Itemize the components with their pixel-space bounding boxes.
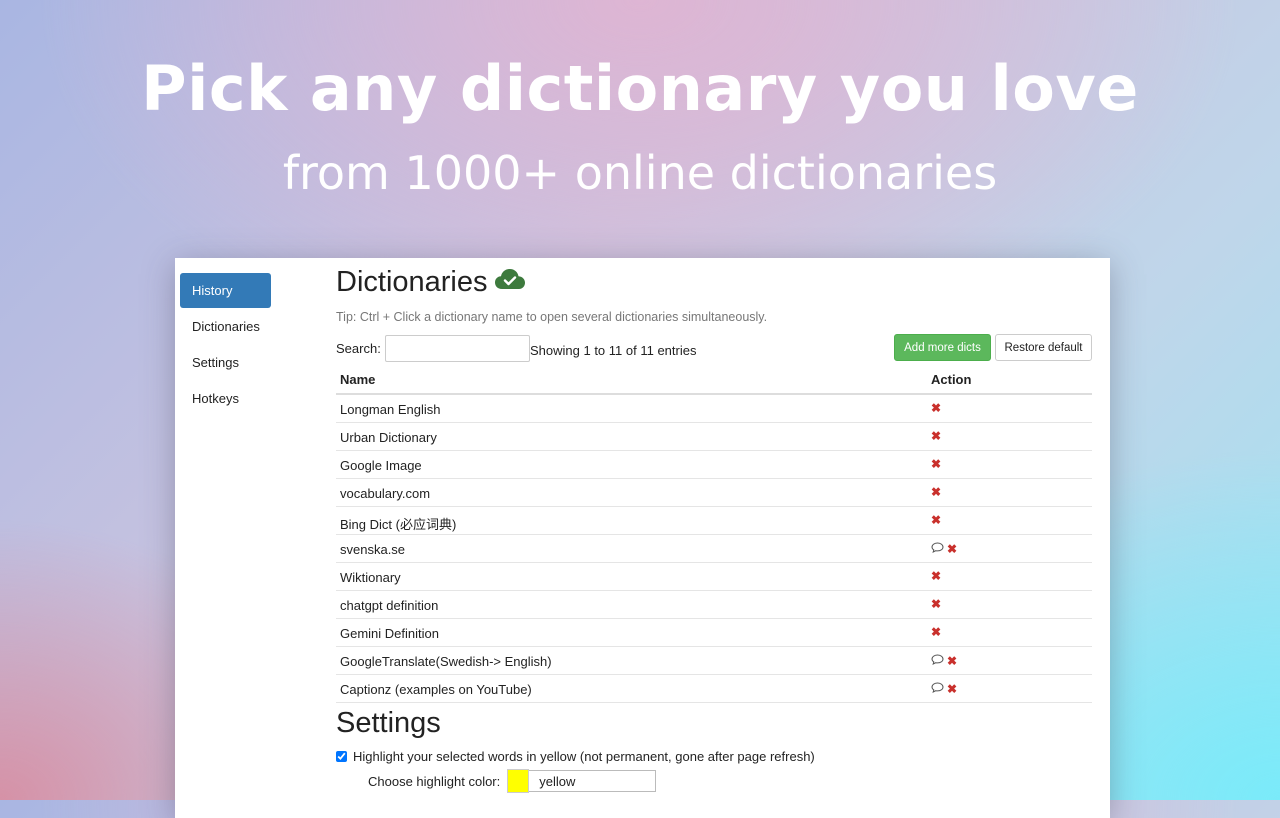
dictionary-name-link[interactable]: chatgpt definition — [340, 598, 438, 613]
cloud-check-icon — [494, 266, 526, 299]
dictionary-name-link[interactable]: Wiktionary — [340, 570, 401, 585]
highlight-label: Highlight your selected words in yellow … — [353, 749, 815, 764]
row-actions: ✖ — [931, 654, 957, 668]
remove-icon[interactable]: ✖ — [947, 543, 957, 555]
table-header: Name Action — [336, 367, 1092, 395]
sidebar-item-settings[interactable]: Settings — [180, 345, 271, 380]
options-window: History Dictionaries Settings Hotkeys Di… — [175, 258, 1110, 818]
table-row: Captionz (examples on YouTube) ✖ — [336, 675, 1092, 703]
table-row: Google Image ✖ — [336, 451, 1092, 479]
highlight-color-row: Choose highlight color: — [368, 769, 657, 793]
tip-text: Tip: Ctrl + Click a dictionary name to o… — [336, 310, 768, 324]
table-row: Wiktionary ✖ — [336, 563, 1092, 591]
settings-heading: Settings — [336, 707, 441, 739]
row-actions: ✖ — [931, 402, 941, 414]
dictionary-name-link[interactable]: svenska.se — [340, 542, 405, 557]
table-row: Bing Dict (必应词典) ✖ — [336, 507, 1092, 535]
row-actions: ✖ — [931, 542, 957, 556]
add-more-dicts-button[interactable]: Add more dicts — [894, 334, 991, 361]
remove-icon[interactable]: ✖ — [931, 570, 941, 582]
remove-icon[interactable]: ✖ — [931, 626, 941, 638]
remove-icon[interactable]: ✖ — [931, 514, 941, 526]
dictionary-name-link[interactable]: Bing Dict (必应词典) — [340, 514, 456, 533]
row-actions: ✖ — [931, 458, 941, 470]
dictionaries-heading: Dictionaries — [336, 266, 526, 299]
comment-icon[interactable] — [931, 682, 944, 696]
hero-subtitle: from 1000+ online dictionaries — [282, 146, 998, 200]
remove-icon[interactable]: ✖ — [947, 683, 957, 695]
dictionary-name-link[interactable]: Captionz (examples on YouTube) — [340, 682, 532, 697]
dictionary-name-link[interactable]: Gemini Definition — [340, 626, 439, 641]
row-actions: ✖ — [931, 430, 941, 442]
highlight-checkbox[interactable] — [336, 751, 347, 762]
entries-info: Showing 1 to 11 of 11 entries — [530, 343, 697, 358]
table-row: Longman English ✖ — [336, 395, 1092, 423]
dictionary-name-link[interactable]: vocabulary.com — [340, 486, 430, 501]
search-label: Search: — [336, 341, 381, 356]
row-actions: ✖ — [931, 626, 941, 638]
remove-icon[interactable]: ✖ — [931, 458, 941, 470]
comment-icon[interactable] — [931, 542, 944, 556]
page-title: Dictionaries — [336, 266, 488, 298]
table-body: Longman English ✖ Urban Dictionary ✖ Google … — [336, 395, 1092, 703]
search-row: Search: Showing 1 to 11 of 11 entries Ad… — [336, 334, 1092, 362]
column-header-name[interactable]: Name — [340, 372, 375, 387]
row-actions: ✖ — [931, 570, 941, 582]
row-actions: ✖ — [931, 514, 941, 526]
restore-default-button[interactable]: Restore default — [995, 334, 1092, 361]
table-row: svenska.se ✖ — [336, 535, 1092, 563]
remove-icon[interactable]: ✖ — [931, 402, 941, 414]
remove-icon[interactable]: ✖ — [947, 655, 957, 667]
table-row: Gemini Definition ✖ — [336, 619, 1092, 647]
row-actions: ✖ — [931, 682, 957, 696]
highlight-color-label: Choose highlight color: — [368, 773, 501, 789]
highlight-color-input[interactable] — [529, 770, 657, 792]
row-actions: ✖ — [931, 598, 941, 610]
table-row: Urban Dictionary ✖ — [336, 423, 1092, 451]
dictionary-name-link[interactable]: Longman English — [340, 402, 440, 417]
remove-icon[interactable]: ✖ — [931, 430, 941, 442]
dictionaries-table: Name Action Longman English ✖ Urban Dictio… — [336, 367, 1092, 703]
column-header-action: Action — [931, 372, 972, 387]
dictionary-name-link[interactable]: Urban Dictionary — [340, 430, 437, 445]
sidebar: History Dictionaries Settings Hotkeys — [180, 273, 271, 417]
remove-icon[interactable]: ✖ — [931, 486, 941, 498]
comment-icon[interactable] — [931, 654, 944, 668]
dictionary-name-link[interactable]: Google Image — [340, 458, 422, 473]
highlight-option[interactable]: Highlight your selected words in yellow … — [336, 749, 815, 764]
search-input[interactable] — [385, 335, 530, 362]
color-swatch[interactable] — [507, 769, 530, 793]
remove-icon[interactable]: ✖ — [931, 598, 941, 610]
hero-title: Pick any dictionary you love — [141, 52, 1139, 125]
dictionary-name-link[interactable]: GoogleTranslate(Swedish-> English) — [340, 654, 552, 669]
table-row: vocabulary.com ✖ — [336, 479, 1092, 507]
table-row: chatgpt definition ✖ — [336, 591, 1092, 619]
sidebar-item-hotkeys[interactable]: Hotkeys — [180, 381, 271, 416]
sidebar-item-dictionaries[interactable]: Dictionaries — [180, 309, 271, 344]
sidebar-item-history[interactable]: History — [180, 273, 271, 308]
row-actions: ✖ — [931, 486, 941, 498]
table-row: GoogleTranslate(Swedish-> English) ✖ — [336, 647, 1092, 675]
